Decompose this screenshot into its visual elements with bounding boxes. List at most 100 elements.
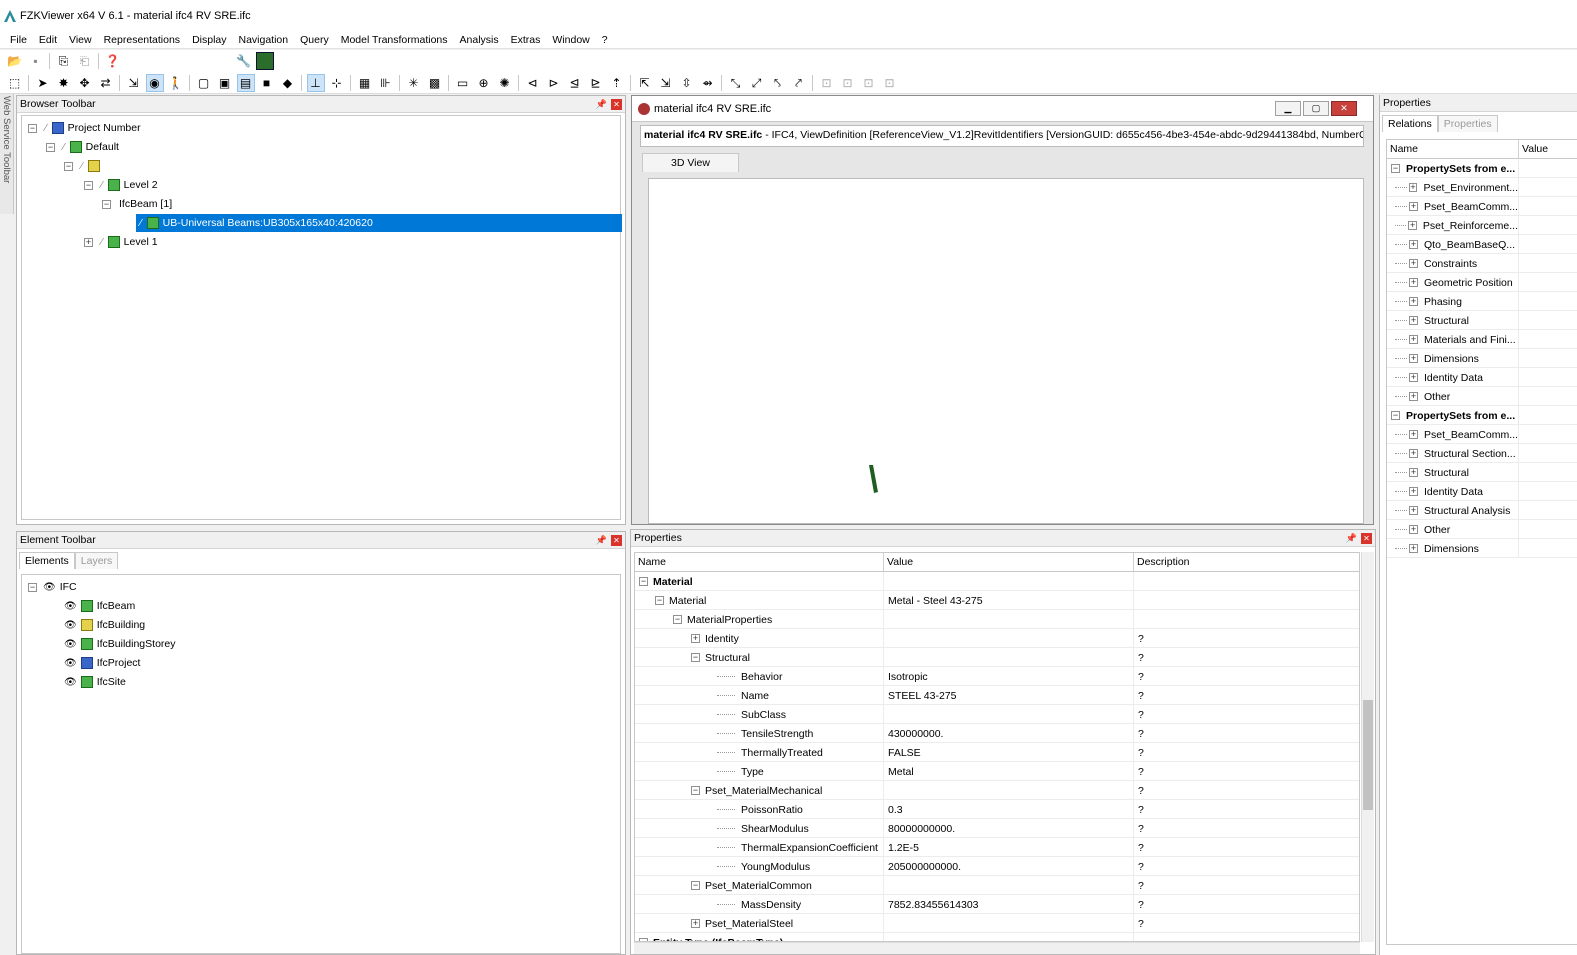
property-row[interactable]: − Pset_MaterialCommon?	[635, 876, 1359, 895]
collapse-icon[interactable]: −	[46, 142, 55, 152]
tree-node-ifcbuildingstorey[interactable]: 👁 IfcBuildingStorey	[64, 635, 176, 653]
property-set-row[interactable]: + Phasing	[1387, 292, 1577, 311]
scrollbar-thumb[interactable]	[1363, 700, 1373, 810]
expand-1-icon[interactable]: ⤡	[728, 75, 744, 91]
property-group-row[interactable]: − PropertySets from e...	[1387, 159, 1577, 178]
explode-icon[interactable]: ✳	[406, 75, 422, 91]
expand-icon[interactable]: +	[1409, 506, 1418, 515]
axis-icon[interactable]: ⊥	[306, 73, 325, 92]
collapse-icon[interactable]: −	[691, 653, 700, 662]
move-x-icon[interactable]: ⊲	[525, 75, 541, 91]
property-row[interactable]: − MaterialProperties	[635, 610, 1359, 629]
property-set-row[interactable]: + Pset_Reinforceme...	[1387, 216, 1577, 235]
column-header-value[interactable]: Value	[1519, 140, 1577, 159]
property-set-row[interactable]: + Structural	[1387, 311, 1577, 330]
tree-node-ifcbuilding[interactable]: 👁 IfcBuilding	[64, 616, 145, 634]
property-row[interactable]: + Pset_MaterialSteel?	[635, 914, 1359, 933]
arrow-2-icon[interactable]: ⇲	[658, 75, 674, 91]
property-set-row[interactable]: + Other	[1387, 387, 1577, 406]
expand-3-icon[interactable]: ⤣	[770, 75, 786, 91]
menu-item-analysis[interactable]: Analysis	[454, 34, 505, 46]
expand-icon[interactable]: +	[691, 634, 700, 643]
eye-icon[interactable]: 👁	[64, 620, 77, 631]
collapse-icon[interactable]: −	[673, 615, 682, 624]
measure-icon[interactable]: ⊪	[378, 75, 394, 91]
color-icon[interactable]: ▩	[427, 75, 443, 91]
property-row[interactable]: Behavior Isotropic?	[635, 667, 1359, 686]
column-header-name[interactable]: Name	[635, 553, 884, 572]
save-icon[interactable]: ▪	[28, 53, 44, 69]
property-set-row[interactable]: + Dimensions	[1387, 349, 1577, 368]
expand-icon[interactable]: +	[1409, 373, 1418, 382]
expand-icon[interactable]: +	[1409, 278, 1418, 287]
tab-elements[interactable]: Elements	[19, 552, 75, 569]
dim-3-icon[interactable]: ⊡	[861, 75, 877, 91]
property-set-row[interactable]: + Structural Analysis	[1387, 501, 1577, 520]
property-row[interactable]: MassDensity 7852.83455614303?	[635, 895, 1359, 914]
expand-icon[interactable]: +	[1409, 316, 1418, 325]
expand-icon[interactable]: +	[1408, 183, 1418, 192]
property-set-row[interactable]: + Qto_BeamBaseQ...	[1387, 235, 1577, 254]
property-row[interactable]: − Pset_MaterialMechanical?	[635, 781, 1359, 800]
tree-node-level2[interactable]: − ⁄ Level 2	[84, 176, 158, 194]
minimize-icon[interactable]: ▁	[1275, 101, 1301, 116]
menu-item-window[interactable]: Window	[546, 34, 595, 46]
expand-icon[interactable]: +	[1409, 202, 1418, 211]
move-y-icon[interactable]: ⊳	[546, 75, 562, 91]
tree-node-building[interactable]: − ⁄	[64, 157, 104, 175]
property-row[interactable]: − Structural?	[635, 648, 1359, 667]
property-row[interactable]: ShearModulus 80000000000.?	[635, 819, 1359, 838]
menu-item-model-transformations[interactable]: Model Transformations	[335, 34, 454, 46]
expand-icon[interactable]: +	[1409, 259, 1418, 268]
paste-icon[interactable]: ⎗	[77, 53, 93, 69]
cube-front-icon[interactable]: ▢	[196, 75, 212, 91]
walk-icon[interactable]: 🚶	[168, 75, 184, 91]
pan-icon[interactable]: ✥	[77, 75, 93, 91]
property-set-row[interactable]: + Pset_Environment...	[1387, 178, 1577, 197]
property-row[interactable]: PoissonRatio 0.3?	[635, 800, 1359, 819]
tree-node-ifcsite[interactable]: 👁 IfcSite	[64, 673, 126, 691]
3d-canvas[interactable]	[648, 178, 1364, 524]
tree-node-ifcbeam[interactable]: 👁 IfcBeam	[64, 597, 135, 615]
expand-icon[interactable]: +	[1409, 487, 1418, 496]
vertical-scrollbar[interactable]	[1361, 552, 1374, 942]
expand-icon[interactable]: +	[1409, 449, 1418, 458]
arrow-4-icon[interactable]: ⇴	[700, 75, 716, 91]
eye-icon[interactable]: 👁	[64, 658, 77, 669]
expand-icon[interactable]: +	[1409, 430, 1418, 439]
expand-icon[interactable]: +	[1409, 335, 1418, 344]
menu-item-view[interactable]: View	[63, 34, 98, 46]
expand-icon[interactable]: +	[84, 237, 93, 247]
menu-item-extras[interactable]: Extras	[505, 34, 547, 46]
property-row[interactable]: − Material	[635, 572, 1359, 591]
ruler-icon[interactable]: ▭	[455, 75, 471, 91]
horizontal-scrollbar[interactable]	[634, 942, 1360, 954]
property-set-row[interactable]: + Structural	[1387, 463, 1577, 482]
property-set-row[interactable]: + Pset_BeamComm...	[1387, 425, 1577, 444]
property-set-row[interactable]: + Geometric Position	[1387, 273, 1577, 292]
menu-item-representations[interactable]: Representations	[98, 34, 186, 46]
expand-icon[interactable]: +	[1409, 297, 1418, 306]
cube-green-icon[interactable]: ■	[259, 75, 275, 91]
tree-node-ifc[interactable]: − 👁 IFC	[28, 578, 77, 596]
menu-item-query[interactable]: Query	[294, 34, 335, 46]
crosshair-icon[interactable]: ✺	[497, 75, 513, 91]
property-set-row[interactable]: + Identity Data	[1387, 368, 1577, 387]
collapse-icon[interactable]: −	[28, 582, 37, 592]
pin-icon[interactable]: 📌	[596, 535, 607, 546]
tree-node-ifcproject[interactable]: 👁 IfcProject	[64, 654, 140, 672]
menu-item-edit[interactable]: Edit	[33, 34, 63, 46]
expand-icon[interactable]: +	[1409, 544, 1418, 553]
move-z-icon[interactable]: ⊴	[567, 75, 583, 91]
tab-layers[interactable]: Layers	[74, 552, 119, 569]
menu-item-display[interactable]: Display	[186, 34, 232, 46]
eye-icon[interactable]: 👁	[43, 582, 56, 593]
arrow-1-icon[interactable]: ⇱	[637, 75, 653, 91]
dim-4-icon[interactable]: ⊡	[882, 75, 898, 91]
property-set-row[interactable]: + Materials and Fini...	[1387, 330, 1577, 349]
property-row[interactable]: −Entity Type (IfcBeamType)	[635, 933, 1359, 941]
expand-icon[interactable]: +	[1409, 240, 1418, 249]
property-row[interactable]: SubClass?	[635, 705, 1359, 724]
expand-icon[interactable]: +	[1409, 392, 1418, 401]
property-row[interactable]: − Material Metal - Steel 43-275	[635, 591, 1359, 610]
